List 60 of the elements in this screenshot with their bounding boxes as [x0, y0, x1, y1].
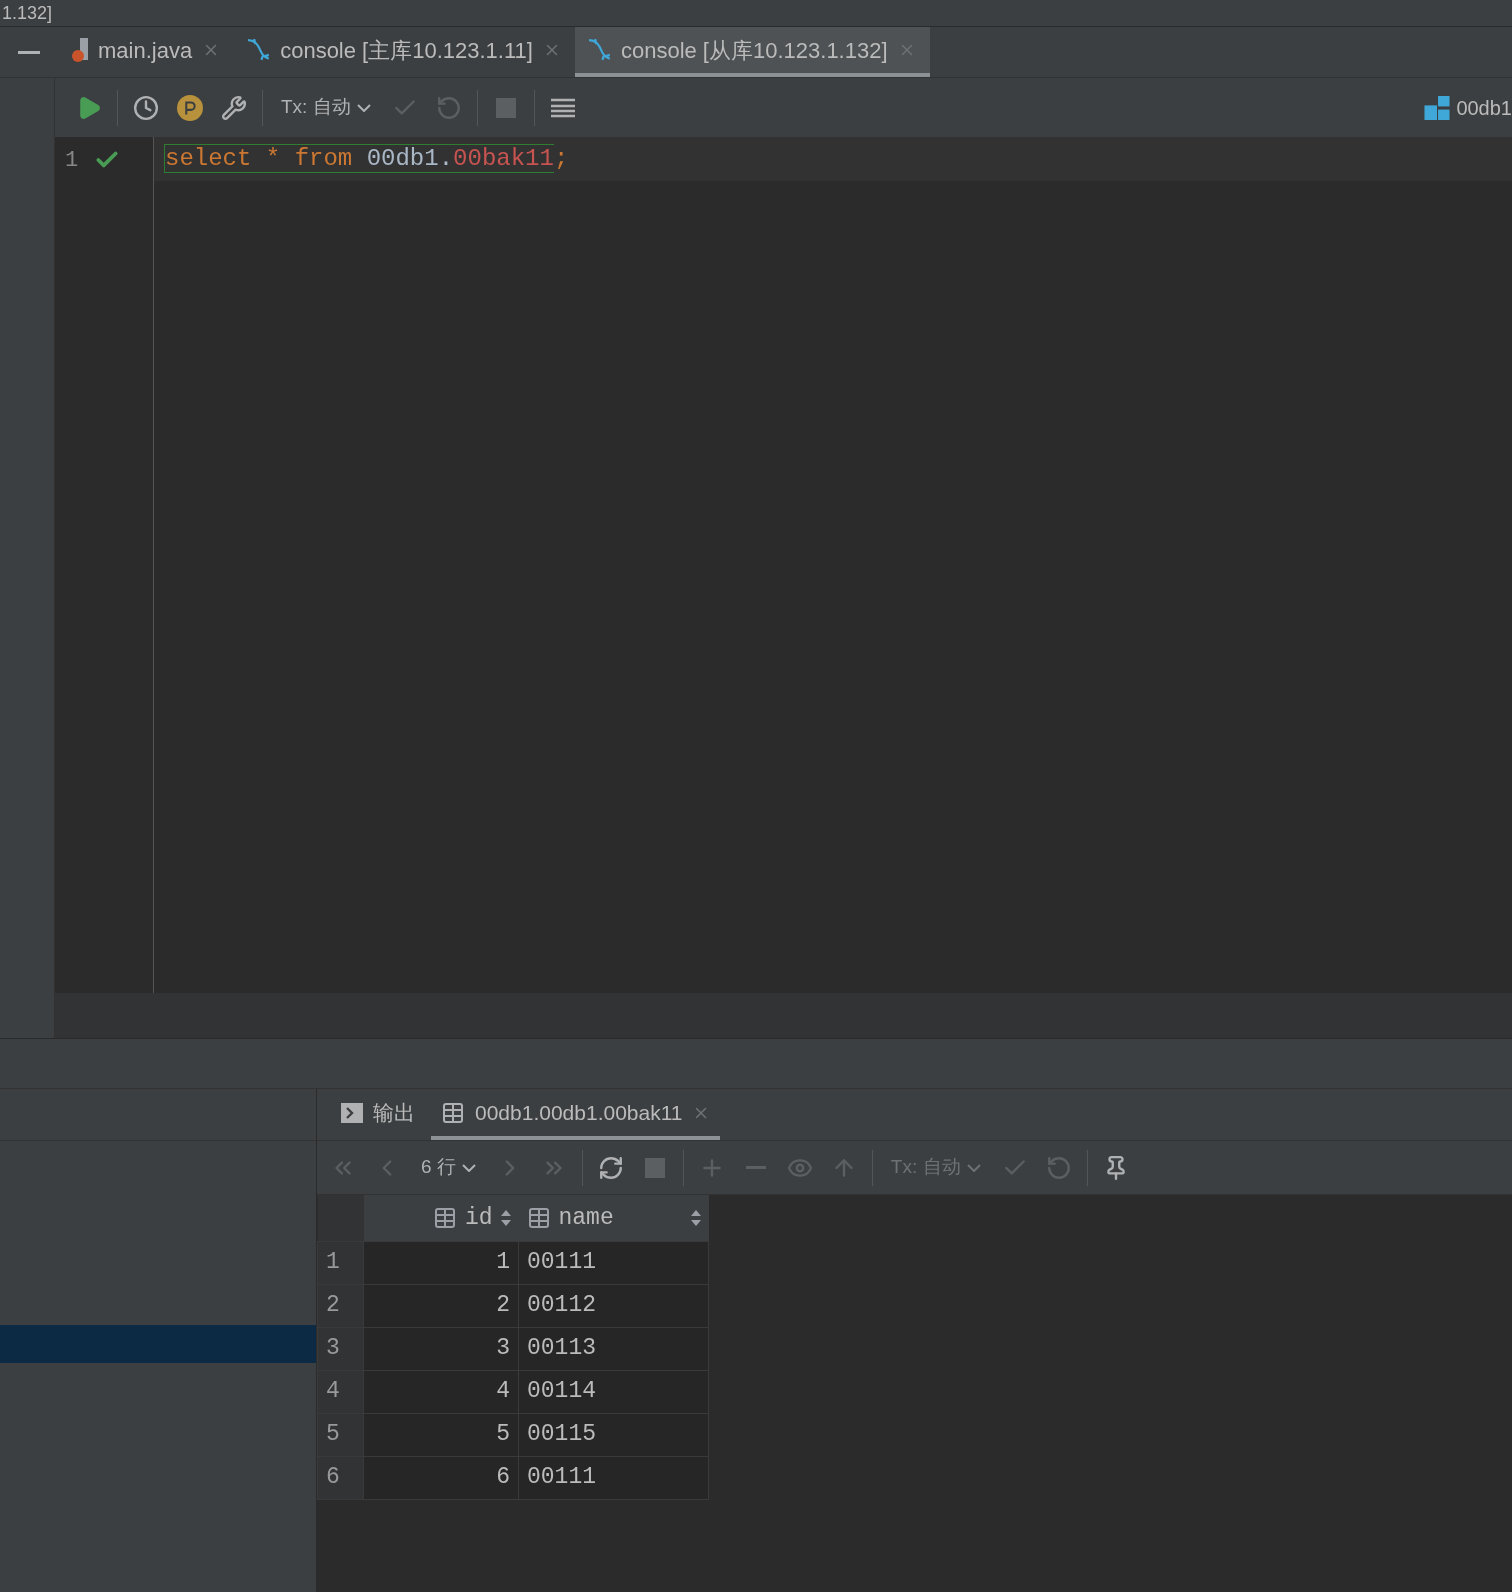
table-cell: 2	[363, 1284, 519, 1327]
undo-icon	[435, 94, 462, 121]
java-file-icon	[72, 38, 88, 62]
result-tab[interactable]: 00db1.00db1.00bak11	[431, 1089, 721, 1140]
line-number: 1	[65, 146, 79, 175]
transaction-dropdown[interactable]: Tx: 自动	[269, 85, 383, 130]
lines-icon	[550, 97, 575, 118]
tab-label: console [主库10.123.1.11]	[280, 36, 533, 65]
column-icon	[526, 1205, 551, 1230]
table-cell: 4	[363, 1370, 519, 1413]
column-label: name	[558, 1203, 615, 1233]
chevron-down-icon	[966, 1163, 981, 1172]
table-cell: 00115	[518, 1413, 709, 1456]
table-icon	[441, 1100, 465, 1125]
tab-label: 输出	[373, 1099, 415, 1126]
stop-icon	[644, 1157, 665, 1178]
minus-icon	[18, 50, 40, 54]
minus-icon	[745, 1166, 766, 1169]
table-cell: 00112	[518, 1284, 709, 1327]
schema-label: 00db1	[1456, 95, 1512, 121]
window-title: 1.132]	[1, 2, 53, 24]
table-cell: 00111	[518, 1241, 709, 1284]
stop-icon	[495, 97, 516, 118]
chevron-down-icon	[461, 1163, 476, 1172]
row-number: 3	[317, 1327, 364, 1370]
row-number: 4	[317, 1370, 364, 1413]
table-cell: 5	[363, 1413, 519, 1456]
table-cell: 00114	[518, 1370, 709, 1413]
editor-tab[interactable]: console [主库10.123.1.11]	[234, 27, 575, 77]
column-icon	[432, 1205, 457, 1230]
row-number: 1	[317, 1241, 364, 1284]
clock-icon	[133, 94, 159, 121]
sort-icon	[500, 1209, 511, 1226]
undo-icon	[1045, 1154, 1072, 1181]
table-cell: 6	[363, 1456, 519, 1499]
row-number: 2	[317, 1284, 364, 1327]
tab-label: 00db1.00db1.00bak11	[475, 1099, 683, 1126]
sort-icon	[690, 1209, 701, 1226]
row-number: 5	[317, 1413, 364, 1456]
terminal-icon	[341, 1102, 363, 1123]
editor-tab[interactable]: main.java	[58, 27, 235, 77]
schema-icon	[1424, 95, 1451, 120]
chevron-down-icon	[356, 103, 371, 112]
wrench-icon	[221, 94, 247, 121]
p-circle-icon	[177, 94, 203, 121]
table-cell: 1	[363, 1241, 519, 1284]
result-tab[interactable]: 输出	[331, 1089, 425, 1140]
tab-label: console [从库10.123.1.132]	[620, 36, 888, 65]
refresh-icon	[597, 1154, 624, 1181]
row-count-dropdown[interactable]: 6 行	[409, 1145, 488, 1190]
table-cell: 00111	[518, 1456, 709, 1499]
column-header[interactable]: id	[363, 1195, 519, 1241]
table-cell: 00113	[518, 1327, 709, 1370]
tab-label: main.java	[98, 36, 193, 65]
table-cell: 3	[363, 1327, 519, 1370]
row-number: 6	[317, 1456, 364, 1499]
code-line: select * from 00db1.00bak11;	[164, 143, 569, 175]
column-label: id	[464, 1203, 493, 1233]
editor-tab[interactable]: console [从库10.123.1.132]	[574, 27, 930, 77]
column-header[interactable]: name	[518, 1195, 709, 1241]
